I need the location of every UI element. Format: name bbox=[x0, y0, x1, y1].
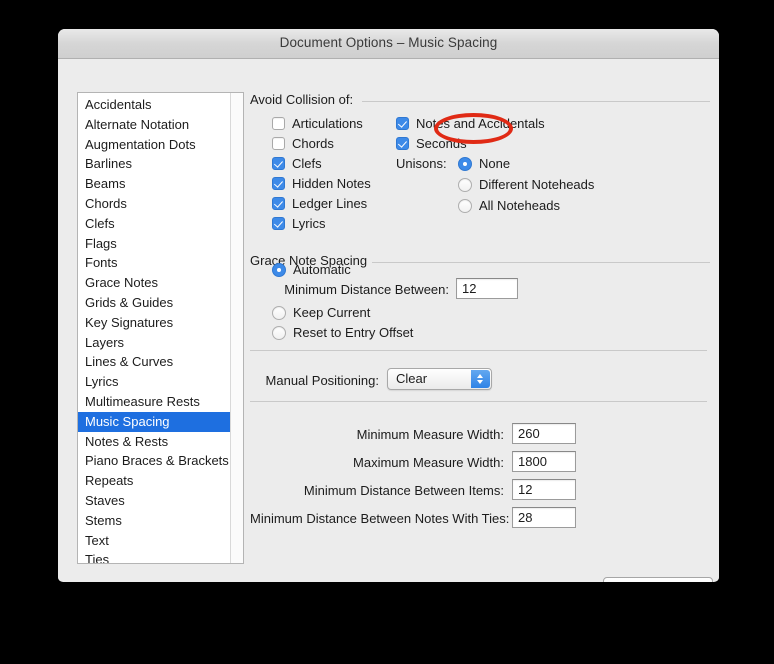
checkbox-articulations-label: Articulations bbox=[292, 116, 363, 131]
sidebar-item-lyrics[interactable]: Lyrics bbox=[78, 372, 230, 392]
radio-grace-keep-current-dot[interactable] bbox=[272, 306, 286, 320]
minimum-distance-between-items-input[interactable]: 12 bbox=[512, 479, 576, 500]
sidebar-item-text[interactable]: Text bbox=[78, 531, 230, 551]
checkbox-clefs-box[interactable] bbox=[272, 157, 285, 170]
category-list-items: AccidentalsAlternate NotationAugmentatio… bbox=[78, 95, 230, 564]
radio-grace-reset-to-entry-offset-label: Reset to Entry Offset bbox=[293, 325, 413, 340]
sidebar-item-alternate-notation[interactable]: Alternate Notation bbox=[78, 115, 230, 135]
radio-grace-automatic[interactable]: Automatic bbox=[272, 262, 351, 277]
checkbox-seconds-label: Seconds bbox=[416, 136, 467, 151]
radio-unisons-all-noteheads-label: All Noteheads bbox=[479, 198, 560, 213]
group-rule bbox=[372, 262, 710, 263]
min-distance-between-input[interactable]: 12 bbox=[456, 278, 518, 299]
checkbox-notes-and-accidentals-box[interactable] bbox=[396, 117, 409, 130]
unisons-label: Unisons: bbox=[396, 156, 447, 171]
maximum-measure-width-input[interactable]: 1800 bbox=[512, 451, 576, 472]
spacing-widths-button[interactable]: Spacing Widths... bbox=[603, 577, 713, 582]
checkbox-chords[interactable]: Chords bbox=[272, 136, 334, 151]
sidebar-item-augmentation-dots[interactable]: Augmentation Dots bbox=[78, 135, 230, 155]
sidebar-item-piano-braces-brackets[interactable]: Piano Braces & Brackets bbox=[78, 451, 230, 471]
min-distance-between-label: Minimum Distance Between: bbox=[250, 282, 449, 297]
radio-unisons-different-noteheads-dot[interactable] bbox=[458, 178, 472, 192]
window-title: Document Options – Music Spacing bbox=[58, 35, 719, 50]
radio-grace-automatic-dot[interactable] bbox=[272, 263, 286, 277]
radio-grace-keep-current[interactable]: Keep Current bbox=[272, 305, 370, 320]
checkbox-notes-and-accidentals[interactable]: Notes and Accidentals bbox=[396, 116, 545, 131]
minimum-distance-between-notes-with-ties-label: Minimum Distance Between Notes With Ties… bbox=[250, 511, 504, 526]
checkbox-hidden-notes-box[interactable] bbox=[272, 177, 285, 190]
maximum-measure-width-label: Maximum Measure Width: bbox=[250, 455, 504, 470]
sidebar-item-flags[interactable]: Flags bbox=[78, 234, 230, 254]
checkbox-hidden-notes-label: Hidden Notes bbox=[292, 176, 371, 191]
sidebar-item-key-signatures[interactable]: Key Signatures bbox=[78, 313, 230, 333]
sidebar-item-repeats[interactable]: Repeats bbox=[78, 471, 230, 491]
sidebar-item-lines-curves[interactable]: Lines & Curves bbox=[78, 352, 230, 372]
checkbox-ledger-lines-box[interactable] bbox=[272, 197, 285, 210]
sidebar-item-ties[interactable]: Ties bbox=[78, 550, 230, 564]
category-list[interactable]: AccidentalsAlternate NotationAugmentatio… bbox=[77, 92, 244, 564]
unisons-label-text: Unisons: bbox=[396, 156, 447, 171]
sidebar-item-beams[interactable]: Beams bbox=[78, 174, 230, 194]
checkbox-notes-and-accidentals-label: Notes and Accidentals bbox=[416, 116, 545, 131]
checkbox-ledger-lines[interactable]: Ledger Lines bbox=[272, 196, 367, 211]
checkbox-lyrics-label: Lyrics bbox=[292, 216, 325, 231]
radio-unisons-all-noteheads-dot[interactable] bbox=[458, 199, 472, 213]
sidebar-item-staves[interactable]: Staves bbox=[78, 491, 230, 511]
checkbox-hidden-notes[interactable]: Hidden Notes bbox=[272, 176, 371, 191]
sidebar-item-barlines[interactable]: Barlines bbox=[78, 154, 230, 174]
radio-unisons-none[interactable]: None bbox=[458, 156, 510, 171]
checkbox-articulations-box[interactable] bbox=[272, 117, 285, 130]
radio-unisons-all-noteheads[interactable]: All Noteheads bbox=[458, 198, 560, 213]
radio-grace-reset-to-entry-offset[interactable]: Reset to Entry Offset bbox=[272, 325, 413, 340]
separator-above-manual-positioning bbox=[250, 350, 707, 351]
checkbox-clefs-label: Clefs bbox=[292, 156, 322, 171]
document-options-dialog: Document Options – Music Spacing Acciden… bbox=[58, 29, 719, 582]
title-bar[interactable]: Document Options – Music Spacing bbox=[58, 29, 719, 59]
sidebar-item-notes-rests[interactable]: Notes & Rests bbox=[78, 432, 230, 452]
radio-unisons-different-noteheads[interactable]: Different Noteheads bbox=[458, 177, 594, 192]
sidebar-item-grids-guides[interactable]: Grids & Guides bbox=[78, 293, 230, 313]
checkbox-clefs[interactable]: Clefs bbox=[272, 156, 322, 171]
sidebar-item-clefs[interactable]: Clefs bbox=[78, 214, 230, 234]
checkbox-lyrics-box[interactable] bbox=[272, 217, 285, 230]
checkbox-chords-box[interactable] bbox=[272, 137, 285, 150]
sidebar-item-grace-notes[interactable]: Grace Notes bbox=[78, 273, 230, 293]
manual-positioning-label: Manual Positioning: bbox=[250, 373, 379, 388]
dialog-body: AccidentalsAlternate NotationAugmentatio… bbox=[58, 59, 719, 581]
radio-unisons-none-label: None bbox=[479, 156, 510, 171]
options-pane: Avoid Collision of: Articulations Chords… bbox=[250, 92, 707, 569]
avoid-collision-group-header: Avoid Collision of: bbox=[250, 92, 710, 107]
sidebar-item-layers[interactable]: Layers bbox=[78, 333, 230, 353]
checkbox-articulations[interactable]: Articulations bbox=[272, 116, 363, 131]
screen-background: Document Options – Music Spacing Acciden… bbox=[0, 0, 774, 664]
minimum-measure-width-label: Minimum Measure Width: bbox=[250, 427, 504, 442]
checkbox-ledger-lines-label: Ledger Lines bbox=[292, 196, 367, 211]
checkbox-seconds[interactable]: Seconds bbox=[396, 136, 467, 151]
separator-below-manual-positioning bbox=[250, 401, 707, 402]
checkbox-chords-label: Chords bbox=[292, 136, 334, 151]
radio-unisons-different-noteheads-label: Different Noteheads bbox=[479, 177, 594, 192]
radio-grace-keep-current-label: Keep Current bbox=[293, 305, 370, 320]
category-list-scrollbar[interactable] bbox=[230, 93, 243, 563]
sidebar-item-fonts[interactable]: Fonts bbox=[78, 253, 230, 273]
radio-unisons-none-dot[interactable] bbox=[458, 157, 472, 171]
minimum-measure-width-input[interactable]: 260 bbox=[512, 423, 576, 444]
sidebar-item-music-spacing[interactable]: Music Spacing bbox=[78, 412, 230, 432]
manual-positioning-value: Clear bbox=[396, 371, 427, 386]
radio-grace-reset-to-entry-offset-dot[interactable] bbox=[272, 326, 286, 340]
sidebar-item-accidentals[interactable]: Accidentals bbox=[78, 95, 230, 115]
minimum-distance-between-notes-with-ties-input[interactable]: 28 bbox=[512, 507, 576, 528]
manual-positioning-select[interactable]: Clear bbox=[387, 368, 492, 390]
group-rule bbox=[362, 101, 710, 102]
sidebar-item-chords[interactable]: Chords bbox=[78, 194, 230, 214]
sidebar-item-stems[interactable]: Stems bbox=[78, 511, 230, 531]
sidebar-item-multimeasure-rests[interactable]: Multimeasure Rests bbox=[78, 392, 230, 412]
checkbox-seconds-box[interactable] bbox=[396, 137, 409, 150]
radio-grace-automatic-label: Automatic bbox=[293, 262, 351, 277]
avoid-collision-label: Avoid Collision of: bbox=[250, 92, 353, 107]
chevron-updown-icon[interactable] bbox=[471, 370, 490, 388]
checkbox-lyrics[interactable]: Lyrics bbox=[272, 216, 325, 231]
minimum-distance-between-items-label: Minimum Distance Between Items: bbox=[250, 483, 504, 498]
